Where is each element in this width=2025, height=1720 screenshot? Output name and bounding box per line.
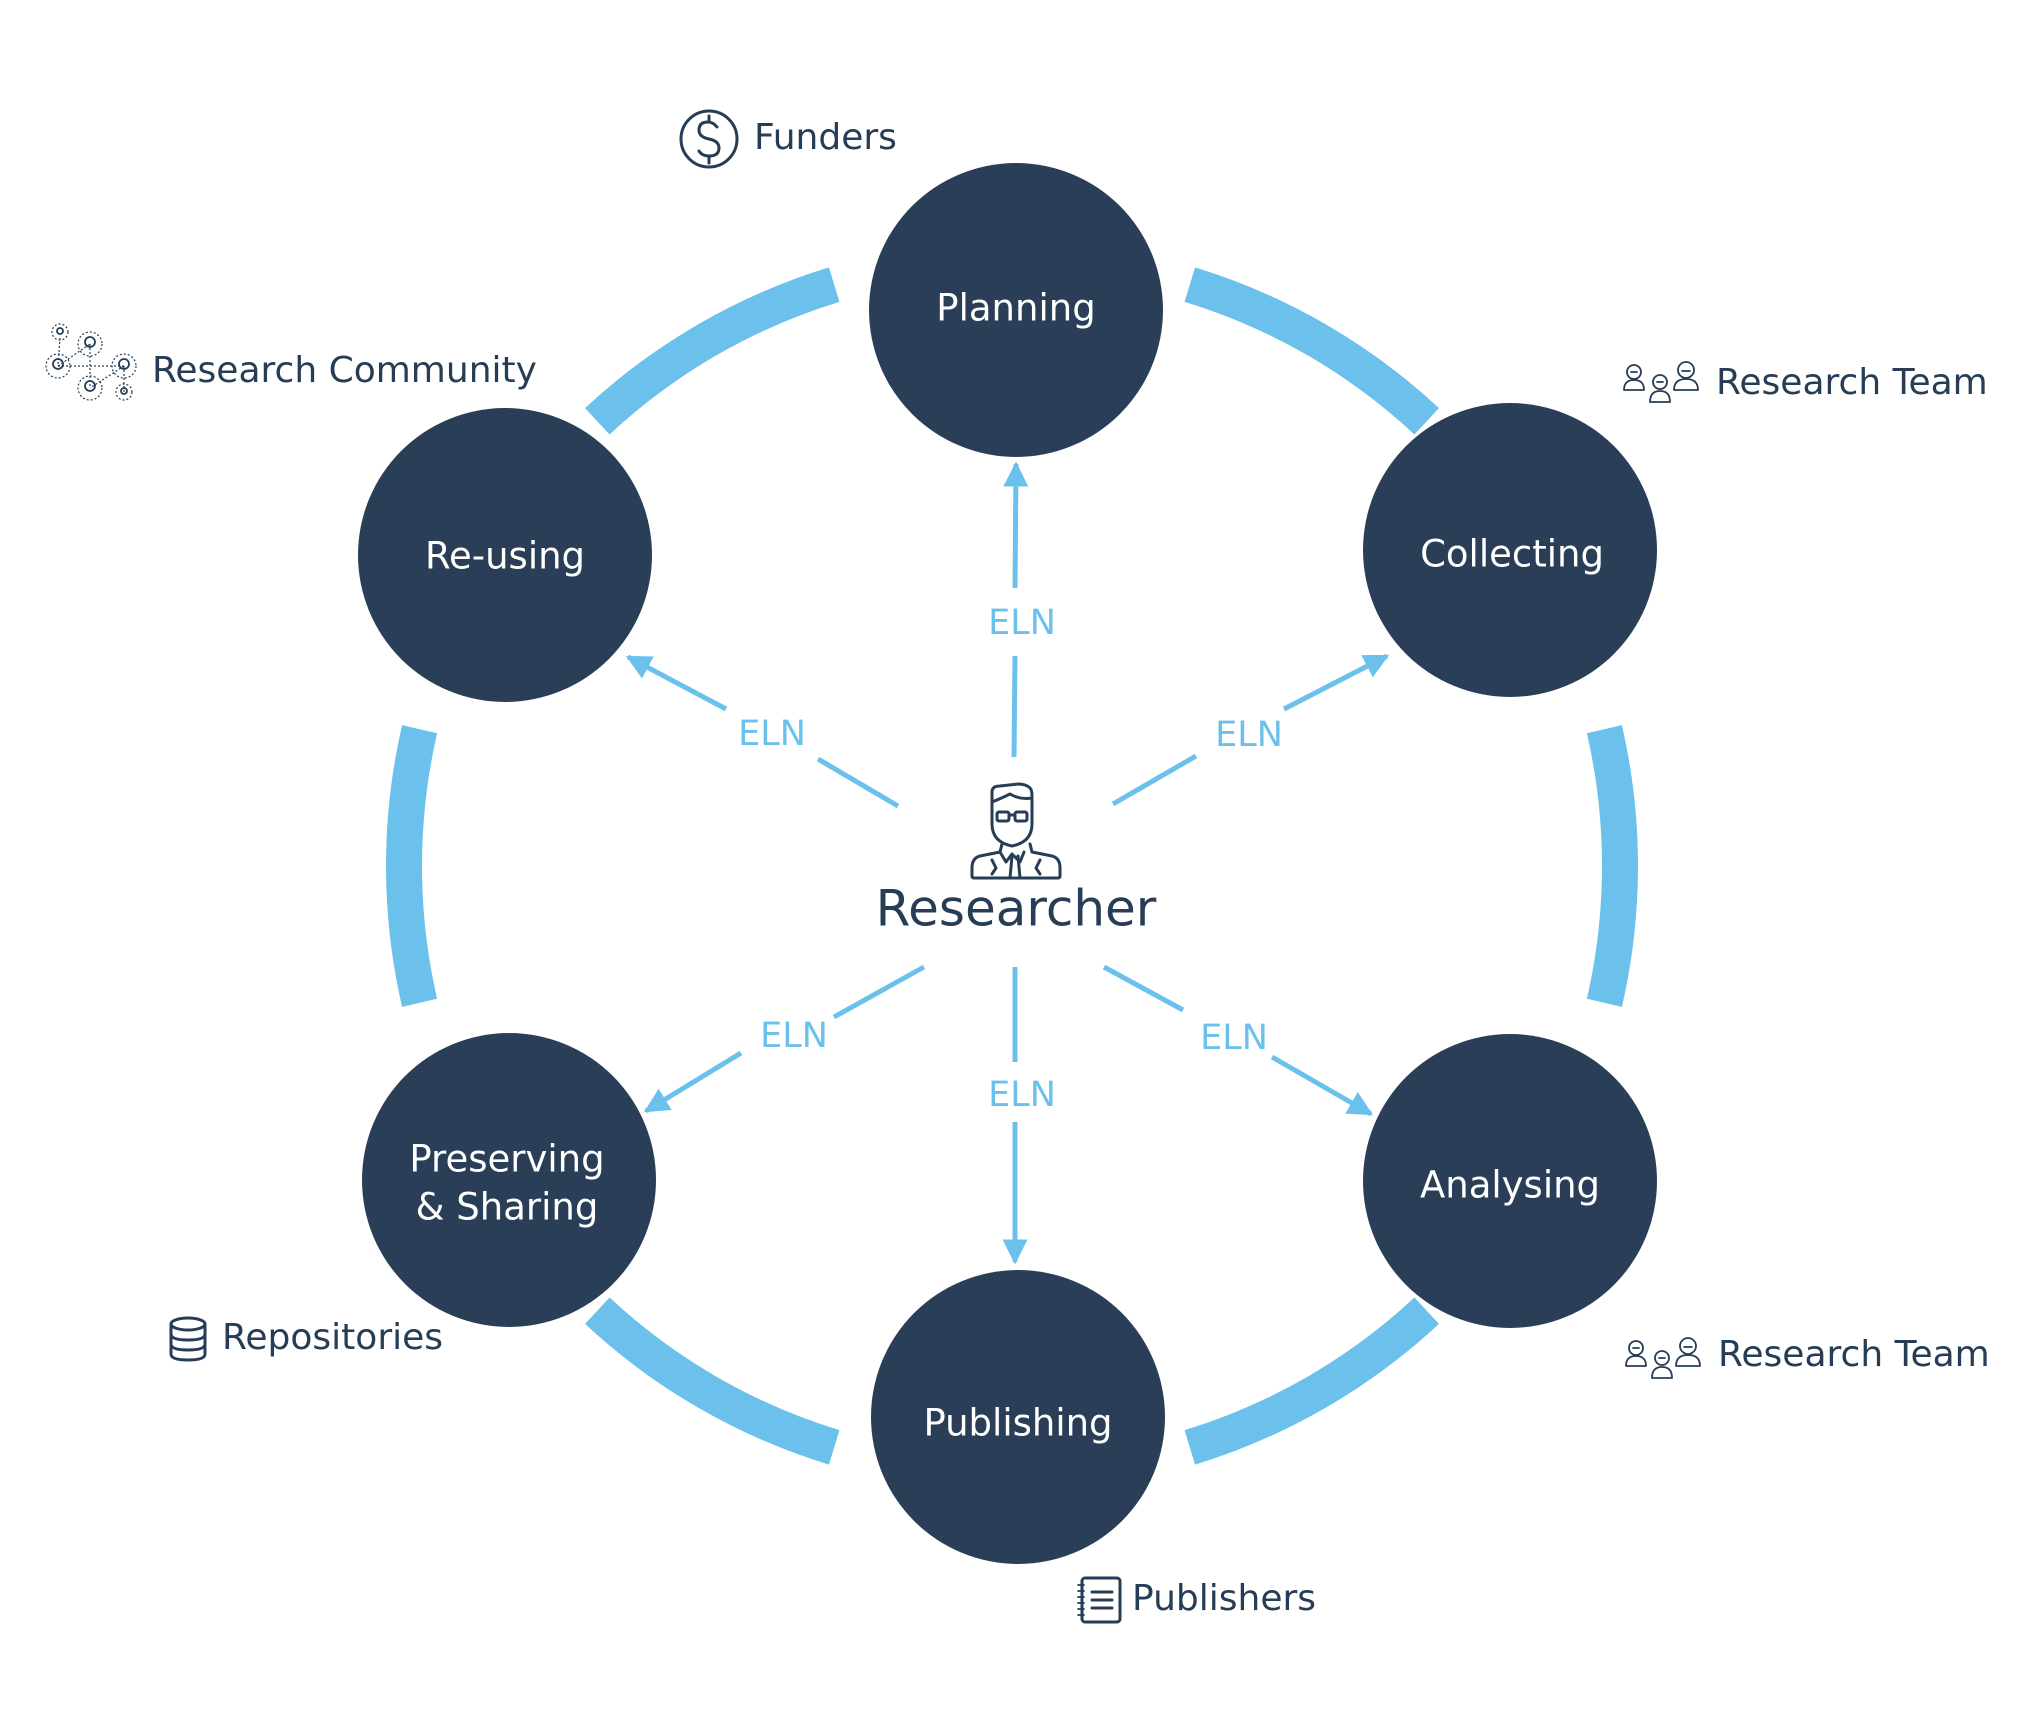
stage-label-line-1: Preserving (409, 1138, 604, 1181)
ring-arc (1184, 1297, 1439, 1465)
eln-connectors (625, 461, 1390, 1265)
stakeholder-label: Publishers (1132, 1578, 1316, 1619)
stage-label: Planning (936, 287, 1095, 330)
stakeholder-label: Research Team (1716, 362, 1988, 403)
stakeholder-label: Funders (754, 117, 897, 158)
stakeholder-funders: Funders (679, 109, 897, 169)
stakeholder-publishers: Publishers (1077, 1576, 1316, 1624)
stage-node-reusing[interactable]: Re-using (358, 408, 652, 702)
stakeholder-research-community: Research Community (45, 323, 537, 401)
stakeholder-repositories: Repositories (169, 1316, 443, 1362)
eln-label-preserving: ELN (760, 1016, 828, 1056)
dollar-coin-icon (679, 109, 739, 169)
researcher-label: Researcher (876, 880, 1157, 938)
stage-node-publishing[interactable]: Publishing (871, 1270, 1165, 1564)
researcher-icon (970, 782, 1062, 880)
stage-node-preserving-sharing[interactable]: Preserving & Sharing (362, 1033, 656, 1327)
eln-label-publishing: ELN (988, 1075, 1056, 1115)
connector-tail (1011, 655, 1018, 758)
stakeholder-research-team-top: Research Team (1623, 361, 1988, 403)
eln-label-analysing: ELN (1200, 1018, 1268, 1058)
eln-label-collecting: ELN (1215, 715, 1283, 755)
lifecycle-diagram: Planning Collecting Analysing Publishing… (45, 109, 1990, 1624)
ring-arc (585, 267, 840, 435)
research-team-icon (1625, 1337, 1701, 1379)
database-icon (169, 1316, 207, 1362)
stage-node-analysing[interactable]: Analysing (1363, 1034, 1657, 1328)
stakeholder-label: Research Community (152, 350, 537, 391)
researcher: Researcher (876, 782, 1157, 938)
eln-label-planning: ELN (988, 603, 1056, 643)
connector-tail (1111, 753, 1198, 807)
stage-node-collecting[interactable]: Collecting (1363, 403, 1657, 697)
connector-arrow (643, 1050, 743, 1114)
research-team-icon (1623, 361, 1699, 403)
connector-arrow (1270, 1054, 1374, 1117)
stage-label: Collecting (1420, 533, 1604, 576)
stage-node-planning[interactable]: Planning (869, 163, 1163, 457)
stage-label: Analysing (1420, 1164, 1600, 1207)
connector-arrow (625, 654, 728, 712)
connector-arrow (1003, 461, 1029, 589)
stage-label: Re-using (425, 535, 585, 578)
community-network-icon (45, 323, 137, 401)
stage-label-line-2: & Sharing (416, 1186, 599, 1229)
connector-tail (1102, 964, 1185, 1013)
ring-arc (585, 1297, 840, 1465)
eln-label-reusing: ELN (738, 714, 806, 754)
ring-arc (1586, 725, 1638, 1007)
connector-tail (816, 756, 900, 809)
stakeholder-label: Research Team (1718, 1334, 1990, 1375)
ring-arc (386, 725, 438, 1007)
notebook-icon (1077, 1576, 1122, 1624)
stage-nodes: Planning Collecting Analysing Publishing… (358, 163, 1657, 1564)
connector-arrow (1282, 653, 1390, 712)
stakeholder-research-team-bottom: Research Team (1625, 1334, 1990, 1379)
connector-tail (832, 964, 926, 1020)
stage-label: Publishing (923, 1402, 1112, 1445)
ring-arc (1184, 267, 1439, 435)
stakeholder-label: Repositories (222, 1317, 443, 1358)
